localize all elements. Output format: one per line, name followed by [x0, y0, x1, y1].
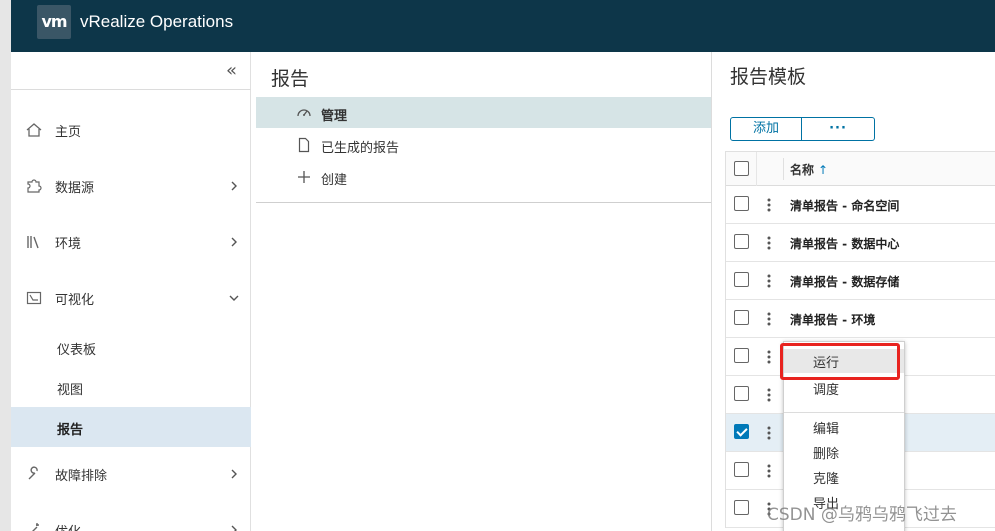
- row-checkbox[interactable]: [734, 348, 749, 363]
- row-checkbox[interactable]: [734, 424, 749, 439]
- menu-item-create[interactable]: 创建: [256, 161, 711, 192]
- chart-icon: [26, 291, 42, 305]
- panel-divider: [256, 202, 711, 203]
- kebab-menu-icon[interactable]: [762, 195, 776, 215]
- nav-item-label: 数据源: [55, 180, 95, 196]
- menu-item-label: 已生成的报告: [321, 141, 400, 156]
- panel-title: 报告模板: [730, 66, 807, 88]
- kebab-menu-icon[interactable]: [762, 423, 776, 443]
- watermark-text: CSDN @乌鸦乌鸦飞过去: [767, 505, 957, 525]
- toolbar: 添加 ···: [730, 117, 875, 141]
- menu-item-label: 编辑: [813, 422, 840, 437]
- menu-item-label: 运行: [813, 356, 840, 371]
- vm-logo[interactable]: vm: [37, 5, 71, 39]
- kebab-menu-icon[interactable]: [762, 385, 776, 405]
- nav-item-environment[interactable]: 环境: [11, 222, 251, 262]
- menu-clone[interactable]: 克隆: [784, 465, 904, 489]
- sort-ascending-icon[interactable]: ↑: [818, 163, 828, 177]
- nav-subitem-reports[interactable]: 报告: [11, 407, 251, 447]
- chevron-down-icon: [229, 295, 239, 301]
- nav-item-visualize[interactable]: 可视化: [11, 278, 251, 318]
- column-header-name[interactable]: 名称 ↑: [790, 161, 828, 178]
- menu-divider: [784, 412, 904, 413]
- left-edge-strip: [0, 0, 11, 531]
- nav-item-optimize[interactable]: 优化: [11, 510, 251, 531]
- menu-item-label: 创建: [321, 173, 348, 188]
- page-title: 报告: [271, 68, 310, 90]
- column-divider: [756, 152, 757, 186]
- more-actions-button[interactable]: ···: [802, 117, 875, 141]
- row-checkbox[interactable]: [734, 462, 749, 477]
- nav-subitem-label: 报告: [57, 423, 84, 438]
- chevron-right-icon: [231, 469, 237, 479]
- column-divider: [783, 158, 784, 180]
- menu-item-label: 克隆: [813, 472, 840, 487]
- puzzle-icon: [27, 179, 42, 193]
- app-title: vRealize Operations: [80, 12, 234, 31]
- chevron-right-icon: [231, 181, 237, 191]
- plus-icon: [298, 171, 310, 183]
- template-name-cell[interactable]: 清单报告 - 环境: [790, 311, 875, 328]
- kebab-menu-icon[interactable]: [762, 233, 776, 253]
- nav-item-label: 环境: [55, 236, 82, 252]
- select-all-checkbox[interactable]: [734, 161, 749, 176]
- table-header: 名称 ↑: [726, 152, 995, 186]
- library-icon: [27, 236, 39, 249]
- kebab-menu-icon[interactable]: [762, 461, 776, 481]
- kebab-menu-icon[interactable]: [762, 271, 776, 291]
- menu-item-manage[interactable]: 管理: [256, 97, 711, 128]
- menu-schedule[interactable]: 调度: [784, 376, 904, 400]
- nav-divider: [11, 89, 251, 90]
- menu-item-label: 调度: [813, 383, 840, 398]
- nav-item-label: 主页: [55, 124, 82, 140]
- row-checkbox[interactable]: [734, 234, 749, 249]
- collapse-nav-icon[interactable]: «: [226, 60, 237, 81]
- menu-item-label: 删除: [813, 447, 840, 462]
- table-row[interactable]: 清单报告 - 环境: [726, 300, 995, 338]
- menu-run[interactable]: 运行: [784, 349, 904, 373]
- kebab-menu-icon[interactable]: [762, 347, 776, 367]
- reports-panel: 报告 管理 已生成的报告 创建: [256, 52, 711, 531]
- row-checkbox[interactable]: [734, 196, 749, 211]
- nav-item-datasources[interactable]: 数据源: [11, 166, 251, 206]
- nav-subitem-label: 视图: [57, 383, 84, 398]
- add-button[interactable]: 添加: [730, 117, 802, 141]
- dashboard-icon: [297, 109, 311, 117]
- chevron-right-icon: [231, 525, 237, 531]
- top-header: vm vRealize Operations: [11, 0, 995, 52]
- template-name-cell[interactable]: 清单报告 - 数据存储: [790, 273, 899, 290]
- nav-subitem-label: 仪表板: [57, 343, 97, 358]
- nav-item-label: 可视化: [55, 292, 95, 308]
- row-checkbox[interactable]: [734, 500, 749, 515]
- kebab-menu-icon[interactable]: [762, 309, 776, 329]
- template-name-cell[interactable]: 清单报告 - 命名空间: [790, 197, 899, 214]
- nav-item-label: 故障排除: [55, 468, 108, 484]
- nav-item-troubleshoot[interactable]: 故障排除: [11, 454, 251, 494]
- wrench-icon: [28, 466, 38, 480]
- nav-item-home[interactable]: 主页: [11, 110, 251, 150]
- row-checkbox[interactable]: [734, 272, 749, 287]
- template-name-cell[interactable]: 清单报告 - 数据中心: [790, 235, 899, 252]
- nav-item-label: 优化: [55, 521, 81, 531]
- document-icon: [298, 137, 310, 153]
- table-row[interactable]: 清单报告 - 数据中心: [726, 224, 995, 262]
- nav-subitem-dashboards[interactable]: 仪表板: [11, 327, 251, 367]
- menu-item-label: 管理: [321, 109, 348, 124]
- column-header-label: 名称: [790, 163, 815, 177]
- main-nav: « 主页 数据源 环境 可视化 仪表板 视图 报告 故障排除 优化: [11, 52, 251, 531]
- wand-icon: [32, 523, 39, 531]
- nav-subitem-views[interactable]: 视图: [11, 367, 251, 407]
- chevron-right-icon: [231, 237, 237, 247]
- home-icon: [26, 123, 42, 137]
- row-checkbox[interactable]: [734, 310, 749, 325]
- table-row[interactable]: 清单报告 - 数据存储: [726, 262, 995, 300]
- table-row[interactable]: 清单报告 - 命名空间: [726, 186, 995, 224]
- row-checkbox[interactable]: [734, 386, 749, 401]
- menu-delete[interactable]: 删除: [784, 440, 904, 464]
- menu-edit[interactable]: 编辑: [784, 415, 904, 439]
- menu-item-generated-reports[interactable]: 已生成的报告: [256, 129, 711, 160]
